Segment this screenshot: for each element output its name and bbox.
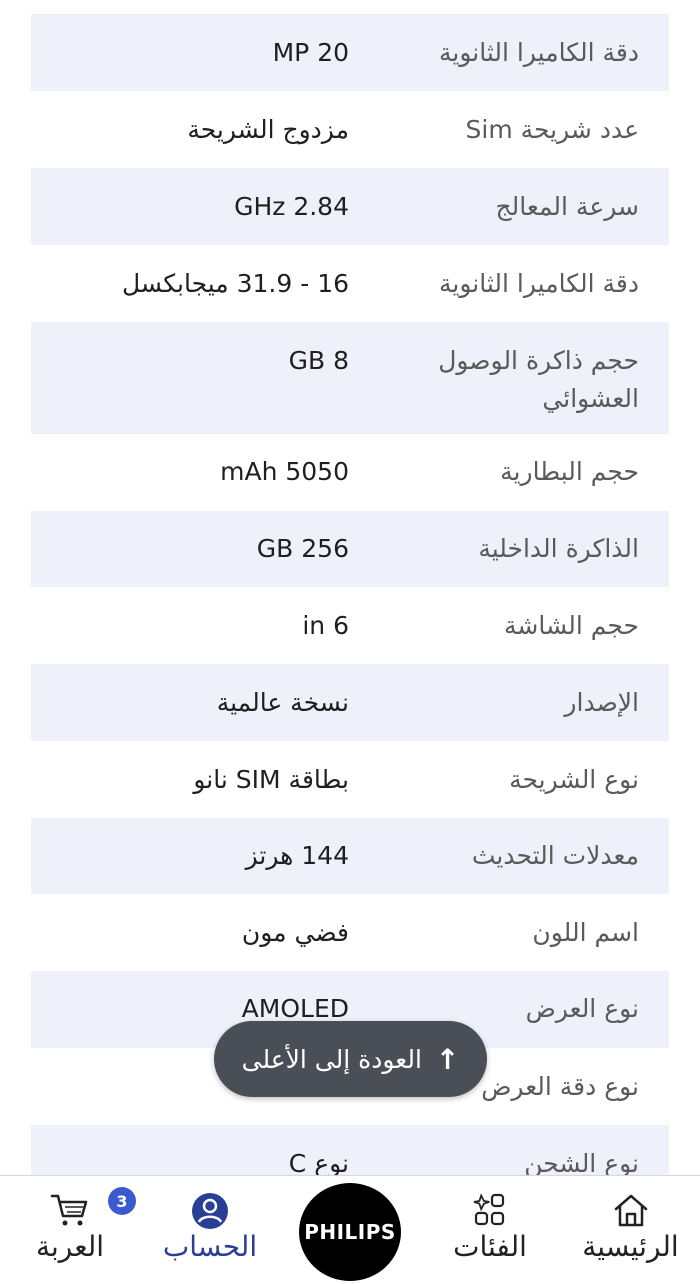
spec-label: الذاكرة الداخلية	[478, 534, 639, 563]
nav-account[interactable]: الحساب	[150, 1176, 270, 1284]
spec-label: حجم ذاكرة الوصول العشوائي	[438, 346, 639, 413]
spec-row: سرعة المعالج 2.84 GHz	[31, 168, 669, 245]
cart-count-badge: 3	[108, 1187, 136, 1215]
spec-value: 8 GB	[288, 346, 349, 375]
categories-icon	[472, 1192, 508, 1232]
back-to-top-button[interactable]: ↑ العودة إلى الأعلى	[214, 1021, 487, 1097]
spec-value: 144 هرتز	[245, 841, 349, 870]
spec-label: اسم اللون	[532, 918, 639, 947]
spec-value: فضي مون	[241, 918, 349, 947]
spec-label: حجم البطارية	[500, 457, 639, 486]
spec-value: 20 MP	[272, 38, 349, 67]
philips-logo-button[interactable]: PHILIPS	[299, 1183, 401, 1281]
nav-home-label: الرئيسية	[582, 1230, 679, 1263]
nav-cart[interactable]: 3 العربة	[20, 1176, 136, 1284]
spec-row: اسم اللون فضي مون	[31, 894, 669, 971]
nav-categories-label: الفئات	[453, 1230, 527, 1263]
spec-value: 256 GB	[256, 534, 349, 563]
nav-cart-label: العربة	[35, 1230, 105, 1263]
spec-row: نوع الشريحة بطاقة SIM نانو	[31, 741, 669, 818]
spec-value: 2.84 GHz	[234, 192, 349, 221]
cart-icon	[50, 1192, 90, 1232]
spec-value: 16 - 31.9 ميجابكسل	[121, 269, 349, 298]
account-icon	[191, 1192, 229, 1234]
spec-label: سرعة المعالج	[495, 192, 639, 221]
spec-label: دقة الكاميرا الثانوية	[439, 38, 639, 67]
nav-home[interactable]: الرئيسية	[568, 1176, 693, 1284]
spec-value: نسخة عالمية	[216, 688, 349, 717]
spec-value: 6 in	[302, 611, 349, 640]
arrow-up-icon: ↑	[435, 1042, 460, 1076]
back-to-top-label: العودة إلى الأعلى	[241, 1044, 422, 1074]
spec-row: حجم البطارية 5050 mAh	[31, 434, 669, 511]
spec-label: عدد شريحة Sim	[465, 115, 639, 144]
nav-account-label: الحساب	[162, 1230, 258, 1263]
spec-label: نوع الشريحة	[509, 765, 639, 794]
spec-label: الإصدار	[564, 688, 639, 717]
spec-row: دقة الكاميرا الثانوية 16 - 31.9 ميجابكسل	[31, 245, 669, 322]
spec-row: الإصدار نسخة عالمية	[31, 664, 669, 741]
spec-row: دقة الكاميرا الثانوية 20 MP	[31, 14, 669, 91]
spec-label: معدلات التحديث	[471, 841, 639, 870]
spec-row: نوع الشحن نوع C	[31, 1125, 669, 1178]
spec-row: حجم ذاكرة الوصول العشوائي 8 GB	[31, 322, 669, 434]
spec-row: حجم الشاشة 6 in	[31, 587, 669, 664]
home-icon	[612, 1192, 650, 1232]
nav-categories[interactable]: الفئات	[440, 1176, 540, 1284]
spec-label: دقة الكاميرا الثانوية	[439, 269, 639, 298]
spec-value: 5050 mAh	[220, 457, 349, 486]
spec-value: بطاقة SIM نانو	[193, 765, 349, 794]
spec-row: عدد شريحة Sim مزدوج الشريحة	[31, 91, 669, 168]
spec-row: الذاكرة الداخلية 256 GB	[31, 511, 669, 587]
spec-label: حجم الشاشة	[503, 611, 639, 640]
spec-value: مزدوج الشريحة	[187, 115, 349, 144]
spec-row: معدلات التحديث 144 هرتز	[31, 818, 669, 894]
